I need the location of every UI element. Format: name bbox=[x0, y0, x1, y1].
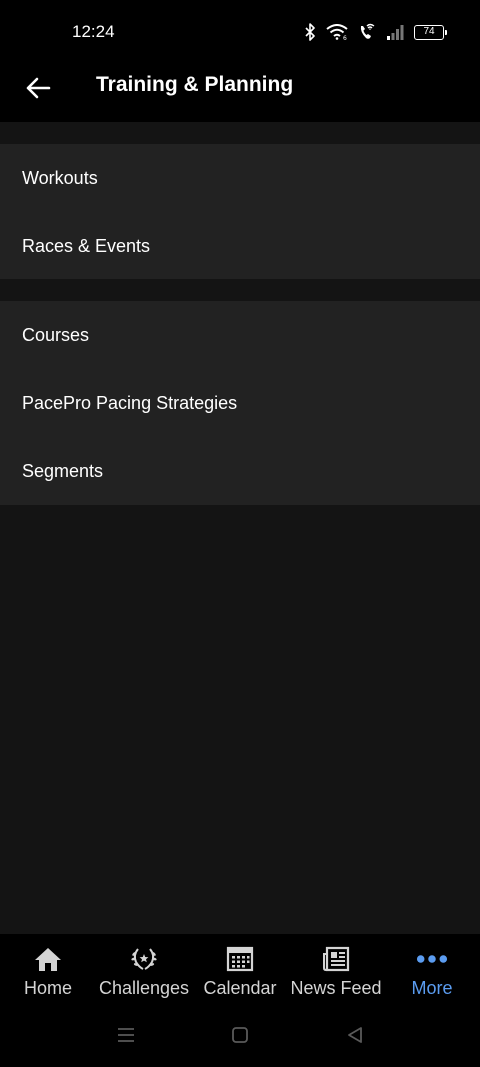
menu-item-label: Courses bbox=[22, 324, 90, 345]
wifi-calling-icon bbox=[358, 23, 376, 41]
bottom-nav: Home Challenges Calendar News Feed More bbox=[0, 934, 480, 1006]
more-dots-icon bbox=[416, 944, 448, 974]
back-button[interactable] bbox=[16, 68, 60, 112]
menu-item-races-events[interactable]: Races & Events bbox=[0, 212, 480, 280]
nav-label: Challenges bbox=[98, 978, 190, 998]
home-square-button[interactable] bbox=[228, 1026, 252, 1048]
nav-label: News Feed bbox=[290, 978, 382, 998]
newspaper-icon bbox=[320, 944, 352, 974]
nav-item-challenges[interactable]: Challenges bbox=[96, 934, 192, 1006]
status-time: 12:24 bbox=[72, 22, 115, 41]
menu-item-label: Segments bbox=[22, 460, 104, 481]
status-bar: 12:24 6 74 bbox=[0, 0, 480, 62]
page-title: Training & Planning bbox=[96, 73, 294, 96]
menu-item-label: Workouts bbox=[22, 167, 98, 188]
home-square-icon bbox=[231, 1026, 249, 1049]
battery-level: 74 bbox=[423, 26, 435, 37]
nav-item-home[interactable]: Home bbox=[0, 934, 96, 1006]
app-bar: Training & Planning bbox=[0, 62, 480, 122]
signal-icon bbox=[386, 24, 404, 40]
bluetooth-icon bbox=[304, 23, 316, 41]
menu-item-courses[interactable]: Courses bbox=[0, 301, 480, 369]
menu-item-segments[interactable]: Segments bbox=[0, 437, 480, 505]
menu-item-workouts[interactable]: Workouts bbox=[0, 144, 480, 212]
wifi-icon: 6 bbox=[326, 24, 348, 40]
system-nav bbox=[0, 1006, 480, 1067]
recents-button[interactable] bbox=[114, 1026, 138, 1048]
back-triangle-button[interactable] bbox=[343, 1026, 367, 1048]
nav-item-news-feed[interactable]: News Feed bbox=[288, 934, 384, 1006]
menu-item-pacepro[interactable]: PacePro Pacing Strategies bbox=[0, 369, 480, 437]
recents-icon bbox=[116, 1027, 136, 1048]
arrow-left-icon bbox=[25, 76, 51, 105]
back-triangle-icon bbox=[346, 1026, 364, 1049]
menu-item-label: PacePro Pacing Strategies bbox=[22, 392, 238, 413]
menu-item-label: Races & Events bbox=[22, 235, 151, 256]
nav-label: Home bbox=[23, 978, 72, 998]
nav-item-calendar[interactable]: Calendar bbox=[192, 934, 288, 1006]
battery-icon: 74 bbox=[414, 24, 447, 40]
menu-group-training: Workouts Races & Events bbox=[0, 144, 480, 279]
calendar-icon bbox=[224, 944, 256, 974]
home-icon bbox=[32, 944, 64, 974]
menu-group-planning: Courses PacePro Pacing Strategies Segmen… bbox=[0, 301, 480, 505]
laurel-wreath-icon bbox=[128, 944, 160, 974]
svg-text:6: 6 bbox=[343, 35, 347, 40]
status-icons: 6 74 bbox=[304, 22, 447, 42]
nav-label: Calendar bbox=[203, 978, 277, 998]
nav-label: More bbox=[411, 978, 453, 998]
nav-item-more[interactable]: More bbox=[384, 934, 480, 1006]
